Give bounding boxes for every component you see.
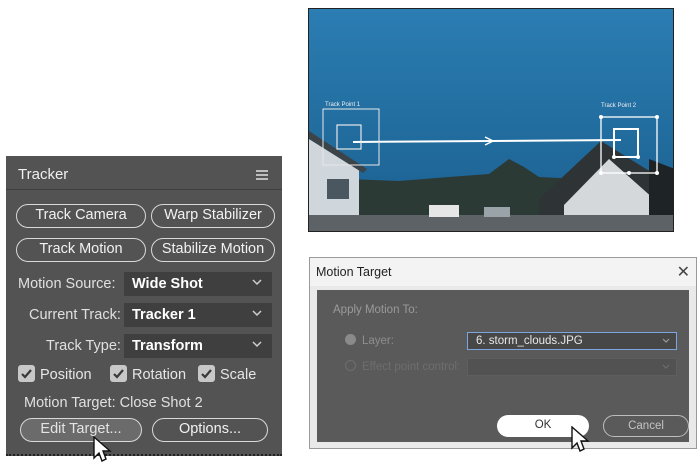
radio-unselected-icon [345, 360, 356, 371]
dialog-titlebar: Motion Target ✕ [310, 258, 696, 286]
stabilize-motion-button[interactable]: Stabilize Motion [151, 238, 275, 262]
cancel-button[interactable]: Cancel [603, 415, 689, 437]
track-type-label: Track Type: [46, 338, 121, 354]
radio-selected-icon [345, 334, 356, 345]
layer-value: 6. storm_clouds.JPG [476, 335, 583, 347]
apply-motion-to-label: Apply Motion To: [333, 304, 418, 316]
video-frame-image [309, 9, 673, 231]
layer-label: Layer: [362, 335, 394, 347]
tracker-header: Tracker [6, 156, 282, 190]
chevron-down-icon [252, 279, 262, 286]
edit-target-button[interactable]: Edit Target... [20, 418, 142, 442]
mouse-pointer-icon [93, 436, 112, 462]
current-track-label: Current Track: [29, 307, 121, 323]
close-icon[interactable]: ✕ [677, 262, 690, 282]
motion-target-text: Motion Target: Close Shot 2 [24, 395, 203, 411]
effect-point-radio[interactable]: Effect point control: [345, 360, 460, 373]
rotation-label: Rotation [132, 367, 187, 383]
rotation-checkbox[interactable]: Rotation [110, 365, 186, 383]
tracker-panel: Tracker Track Camera Warp Stabilizer Tra… [6, 156, 282, 456]
layer-dropdown[interactable]: 6. storm_clouds.JPG [467, 332, 677, 350]
track-camera-button[interactable]: Track Camera [16, 204, 146, 228]
layer-radio[interactable]: Layer: [345, 334, 394, 347]
current-track-dropdown[interactable]: Tracker 1 [124, 303, 272, 327]
options-button[interactable]: Options... [152, 418, 268, 442]
tracker-title: Tracker [18, 166, 69, 183]
chevron-down-icon [252, 341, 262, 348]
panel-menu-icon[interactable] [256, 170, 268, 180]
track-type-dropdown[interactable]: Transform [124, 334, 272, 358]
track-point-2-label: Track Point 2 [601, 103, 637, 109]
warp-stabilizer-button[interactable]: Warp Stabilizer [151, 204, 275, 228]
composition-viewer: Track Point 1 Track Point 2 [308, 8, 674, 232]
checkmark-icon [198, 365, 215, 382]
position-checkbox[interactable]: Position [18, 365, 92, 383]
mouse-pointer-icon [571, 426, 590, 452]
track-type-value: Transform [132, 338, 203, 354]
checkmark-icon [18, 365, 35, 382]
scale-checkbox[interactable]: Scale [198, 365, 256, 383]
dialog-title: Motion Target [316, 265, 392, 279]
position-label: Position [40, 367, 92, 383]
chevron-down-icon [662, 364, 670, 369]
effect-point-label: Effect point control: [362, 361, 461, 373]
track-motion-button[interactable]: Track Motion [16, 238, 146, 262]
motion-target-dialog: Motion Target ✕ Apply Motion To: Layer: … [309, 257, 697, 449]
effect-point-dropdown[interactable] [467, 358, 677, 376]
chevron-down-icon [252, 310, 262, 317]
track-point-1-label: Track Point 1 [325, 102, 361, 108]
motion-source-dropdown[interactable]: Wide Shot [124, 272, 272, 296]
motion-source-label: Motion Source: [18, 276, 116, 292]
chevron-down-icon [662, 338, 670, 343]
current-track-value: Tracker 1 [132, 307, 196, 323]
scale-label: Scale [220, 367, 257, 383]
checkmark-icon [110, 365, 127, 382]
motion-source-value: Wide Shot [132, 276, 203, 292]
dialog-body: Apply Motion To: Layer: 6. storm_clouds.… [317, 290, 689, 442]
